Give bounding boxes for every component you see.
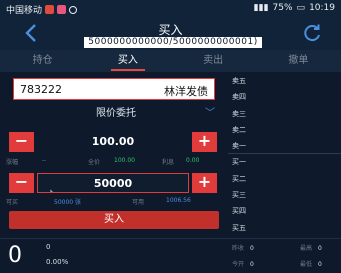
- tab-position[interactable]: 持仓: [0, 50, 85, 72]
- battery-icon: ▭: [296, 3, 306, 13]
- price-stepper: − 100.00 +: [9, 132, 217, 152]
- change-value: --: [42, 157, 47, 164]
- open-label: 今开: [232, 261, 245, 268]
- page-title: 买入: [158, 23, 183, 37]
- price-change-pct: 0.00%: [46, 258, 69, 266]
- quantity-input[interactable]: ⌞ 50000: [37, 173, 189, 193]
- quote-summary: 0 0 0.00% 昨收 0 今开 0 最高 0 最低 0: [0, 238, 341, 273]
- time-label: 10:19: [309, 3, 335, 13]
- buyable-label: 可买: [6, 199, 19, 206]
- header: 买入 5000000000000/5000000000001): [0, 18, 341, 50]
- tab-buy[interactable]: 买入: [85, 50, 170, 72]
- available-value: 1006.56: [166, 197, 191, 204]
- high-value: 0: [318, 245, 322, 252]
- change-label: 涨幅: [6, 159, 19, 166]
- open-value: 0: [250, 261, 254, 268]
- high-stat: 最高 0: [300, 243, 322, 252]
- price-decrease-button[interactable]: −: [9, 132, 34, 152]
- available-label: 可用: [132, 199, 145, 206]
- quantity-stepper: − ⌞ 50000 +: [9, 173, 217, 193]
- availability-row: 可买 50000 张 可用 1006.56: [6, 197, 216, 207]
- app-notification-icon: [57, 5, 67, 14]
- order-type-select[interactable]: 限价委托 ﹀: [13, 105, 219, 123]
- high-label: 最高: [300, 245, 313, 252]
- low-label: 最低: [300, 261, 313, 268]
- sync-icon: [69, 5, 78, 14]
- prev-close-label: 昨收: [232, 245, 245, 252]
- full-price-value: 100.00: [114, 157, 135, 164]
- interest-label: 利息: [162, 159, 175, 166]
- price-change: 0: [46, 243, 51, 251]
- price-increase-button[interactable]: +: [192, 132, 217, 152]
- low-value: 0: [318, 261, 322, 268]
- stock-name: 林洋发债: [164, 85, 208, 98]
- last-price: 0: [8, 243, 22, 268]
- buy-button[interactable]: 买入: [9, 211, 219, 229]
- bid-2[interactable]: 买二: [228, 171, 341, 187]
- prev-close-stat: 昨收 0: [232, 243, 254, 252]
- bid-1[interactable]: 买一: [228, 154, 341, 170]
- ask-5[interactable]: 卖五: [228, 73, 341, 89]
- refresh-icon[interactable]: [301, 22, 323, 44]
- account-subtitle: 5000000000000/5000000000001): [84, 37, 262, 48]
- open-stat: 今开 0: [232, 259, 254, 268]
- buyable-value: 50000 张: [54, 199, 81, 206]
- tab-cancel[interactable]: 撤单: [256, 50, 341, 72]
- bid-4[interactable]: 买四: [228, 203, 341, 219]
- stock-input[interactable]: 783222 林洋发债: [13, 78, 215, 100]
- tab-bar: 持仓 买入 卖出 撤单: [0, 50, 341, 72]
- notification-icon: [45, 5, 55, 14]
- bid-5[interactable]: 买五: [228, 220, 341, 236]
- ask-4[interactable]: 卖四: [228, 89, 341, 105]
- order-form: 783222 林洋发债 限价委托 ﹀ − 100.00 + 涨幅 -- 全价 1…: [0, 73, 222, 237]
- carrier-label: 中国移动: [6, 6, 43, 16]
- price-input[interactable]: 100.00: [37, 132, 189, 152]
- full-price-label: 全价: [88, 159, 101, 166]
- signal-icon: ▮▮▮: [253, 3, 269, 13]
- order-type-label: 限价委托: [96, 108, 136, 119]
- account-number: 5000000000000/5000000000001): [88, 37, 258, 47]
- battery-label: 75%: [272, 3, 293, 13]
- bid-3[interactable]: 买三: [228, 187, 341, 203]
- price-info-row: 涨幅 -- 全价 100.00 利息 0.00: [6, 157, 216, 167]
- order-book: 卖五 卖四 卖三 卖二 卖一 买一 买二 买三 买四 买五: [228, 73, 341, 236]
- quantity-value: 50000: [93, 177, 133, 190]
- stock-code: 783222: [20, 83, 62, 96]
- interest-value: 0.00: [186, 157, 200, 164]
- ask-2[interactable]: 卖二: [228, 122, 341, 138]
- ask-1[interactable]: 卖一: [228, 138, 341, 155]
- tab-sell[interactable]: 卖出: [171, 50, 256, 72]
- prev-close-value: 0: [250, 245, 254, 252]
- quantity-decrease-button[interactable]: −: [9, 173, 34, 193]
- ask-3[interactable]: 卖三: [228, 106, 341, 122]
- chevron-down-icon: ﹀: [205, 108, 215, 119]
- quantity-increase-button[interactable]: +: [192, 173, 217, 193]
- low-stat: 最低 0: [300, 259, 322, 268]
- status-bar: 中国移动 ▮▮▮ 75% ▭ 10:19: [0, 0, 341, 18]
